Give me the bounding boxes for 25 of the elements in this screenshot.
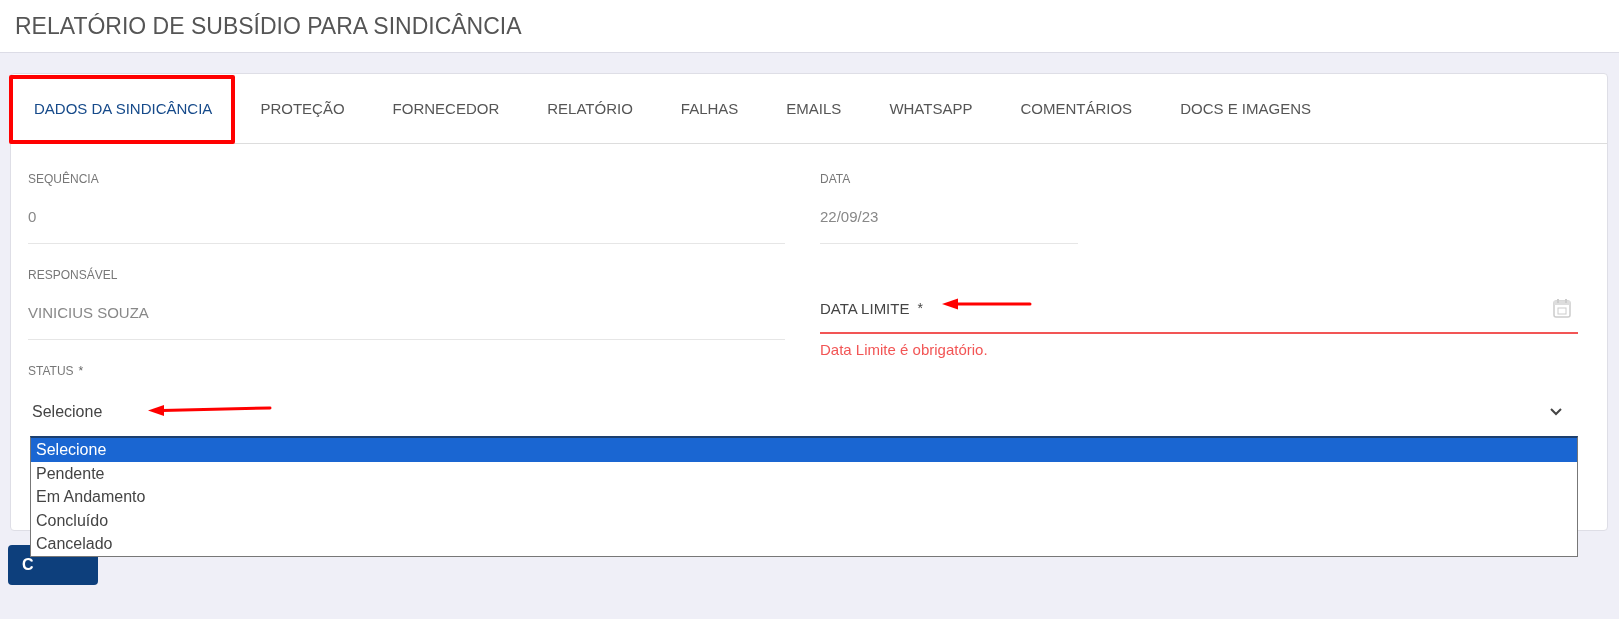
dropdown-option[interactable]: Em Andamento [31, 485, 1577, 509]
tab[interactable]: DADOS DA SINDICÂNCIA [11, 74, 237, 143]
chevron-down-icon [1550, 408, 1562, 416]
field-label: STATUS [28, 364, 74, 378]
page-title: RELATÓRIO DE SUBSÍDIO PARA SINDICÂNCIA [15, 12, 522, 40]
tab[interactable]: DOCS E IMAGENS [1156, 74, 1335, 143]
tab[interactable]: COMENTÁRIOS [996, 74, 1157, 143]
dropdown-option[interactable]: Selecione [31, 438, 1577, 462]
field-label: SEQUÊNCIA [28, 172, 100, 186]
field-label: DATA [820, 172, 852, 186]
error-message: Data Limite é obrigatório. [820, 341, 989, 358]
tab[interactable]: RELATÓRIO [523, 74, 657, 143]
tab[interactable]: FORNECEDOR [368, 74, 524, 143]
tab[interactable]: WHATSAPP [865, 74, 997, 143]
dropdown-option[interactable]: Concluído [31, 508, 1577, 532]
dropdown-option[interactable]: Pendente [31, 461, 1577, 485]
tab[interactable]: FALHAS [656, 74, 763, 143]
required-mark: * [917, 300, 923, 316]
tab[interactable]: EMAILS [762, 74, 866, 143]
field-label: DATA LIMITE [820, 299, 910, 317]
field-label: RESPONSÁVEL [28, 268, 119, 282]
date-field[interactable]: DATA LIMITE * [820, 282, 1578, 334]
tab[interactable]: PROTEÇÃO [236, 74, 369, 143]
required-mark: * [78, 364, 84, 378]
calendar-icon[interactable] [1553, 298, 1571, 318]
